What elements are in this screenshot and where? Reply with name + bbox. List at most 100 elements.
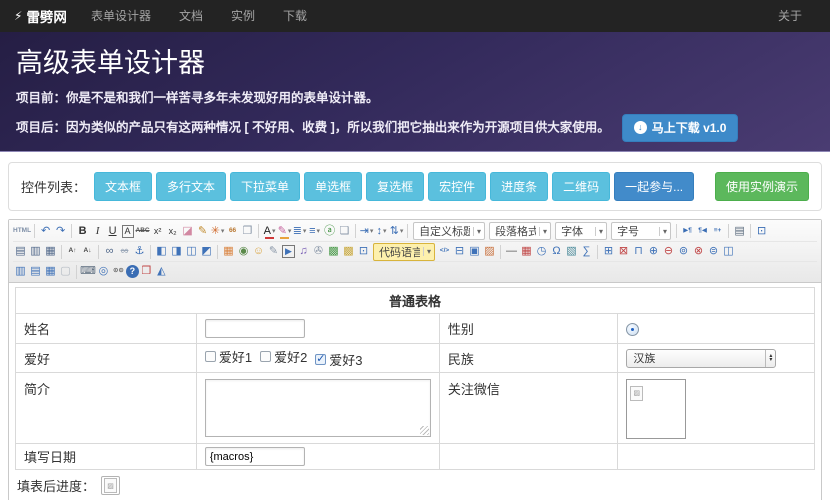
name-input[interactable] [204, 319, 305, 338]
split-cells-icon[interactable]: ◫ [721, 243, 736, 260]
split-cols-icon[interactable]: ▢ [58, 263, 73, 280]
paragraph-format-combo[interactable]: 段落格式 ▾ [489, 222, 552, 240]
delete-table-icon[interactable]: ⊠ [616, 243, 631, 260]
blockquote-icon[interactable]: 66 [225, 223, 240, 240]
merge-right-icon[interactable]: ▥ [13, 263, 28, 280]
template-icon[interactable]: ▣ [467, 243, 482, 260]
screenshot-icon[interactable]: ◉ [236, 243, 251, 260]
delete-col-icon[interactable]: ⊗ [691, 243, 706, 260]
join-us-button[interactable]: 一起参与... [614, 172, 695, 201]
print-icon[interactable]: ⌨ [80, 263, 96, 280]
horizontal-rule-icon[interactable]: — [504, 243, 519, 260]
superscript-icon[interactable]: x² [150, 223, 165, 240]
line-height-icon[interactable]: ↕ ▾ [374, 223, 389, 240]
italic-icon[interactable]: I [90, 223, 105, 240]
demo-button[interactable]: 使用实例演示 [714, 172, 809, 201]
image-left-icon[interactable]: ◧ [154, 243, 169, 260]
new-doc-icon[interactable]: ❏ [337, 223, 352, 240]
gender-radio[interactable] [626, 323, 640, 337]
hobby-option-0[interactable]: 爱好1 [204, 347, 252, 366]
resize-grip-icon[interactable] [419, 426, 429, 435]
control-button-5[interactable]: 宏控件 [428, 172, 487, 201]
preview-icon[interactable]: ◎ [96, 263, 111, 280]
anchor-icon[interactable]: ⚓ [132, 243, 147, 260]
intro-textarea[interactable] [204, 379, 431, 437]
control-button-6[interactable]: 进度条 [490, 172, 549, 201]
merge-cells-icon[interactable]: ⊜ [706, 243, 721, 260]
html-source-icon[interactable]: HTML [13, 223, 31, 240]
auto-color-icon[interactable]: ✳ ▾ [210, 223, 225, 240]
time-icon[interactable]: ◷ [534, 243, 549, 260]
control-button-4[interactable]: 复选框 [366, 172, 425, 201]
ltr-icon[interactable]: ▶¶ [680, 223, 695, 240]
formula-icon[interactable]: ∑ [579, 243, 594, 260]
align-right-icon[interactable]: ▦ [43, 243, 58, 260]
nav-item-2[interactable]: 实例 [217, 0, 269, 32]
auto-typeset-icon[interactable]: ≡+ [710, 223, 725, 240]
rtl-icon[interactable]: ¶◀ [695, 223, 710, 240]
gmap-icon[interactable]: ▩ [341, 243, 356, 260]
highlight-color-icon[interactable]: ✎ ▾ [277, 223, 292, 240]
lowercase-icon[interactable]: ⓐ [322, 223, 337, 240]
align-left-icon[interactable]: ▤ [13, 243, 28, 260]
iframe-icon[interactable]: ⊡ [356, 243, 371, 260]
hobby-option-2[interactable]: ✓ 爱好3 [315, 350, 363, 369]
unlink-icon[interactable]: ∞ [117, 243, 132, 260]
insert-row-icon[interactable]: ⊕ [646, 243, 661, 260]
fontsize-up-icon[interactable]: A↑ [65, 243, 80, 260]
subscript-icon[interactable]: x₂ [165, 223, 180, 240]
map-icon[interactable]: ▩ [326, 243, 341, 260]
format-painter-icon[interactable]: ✎ [195, 223, 210, 240]
code-language-combo[interactable]: 代码语言 ▾ [373, 242, 435, 261]
control-button-0[interactable]: 文本框 [94, 172, 153, 201]
align-center-icon[interactable]: ▥ [28, 243, 43, 260]
emotion-icon[interactable]: ☺ [251, 243, 266, 260]
nav-item-3[interactable]: 下载 [269, 0, 321, 32]
image-center-icon[interactable]: ◫ [184, 243, 199, 260]
insert-table-icon[interactable]: ⊞ [601, 243, 616, 260]
pagebreak-icon[interactable]: ⊟ [452, 243, 467, 260]
date-input[interactable] [204, 447, 305, 466]
control-button-2[interactable]: 下拉菜单 [230, 172, 301, 201]
delete-row-icon[interactable]: ⊖ [661, 243, 676, 260]
link-icon[interactable]: ∞ [102, 243, 117, 260]
drafts-icon[interactable]: ❒ [139, 263, 154, 280]
insert-col-icon[interactable]: ⊚ [676, 243, 691, 260]
control-button-1[interactable]: 多行文本 [156, 172, 227, 201]
report-icon[interactable]: ◭ [154, 263, 169, 280]
font-border-icon[interactable]: A [120, 223, 135, 240]
indent-icon[interactable]: ⇥ ▾ [359, 223, 374, 240]
redo-icon[interactable]: ↷ [53, 223, 68, 240]
nav-item-0[interactable]: 表单设计器 [77, 0, 165, 32]
date-icon[interactable]: ▦ [519, 243, 534, 260]
editor-canvas[interactable]: 普通表格 姓名 性别 爱好 爱好1 爱好2 ✓ 爱好3 民族 汉族 ▴ ▾ 简介… [9, 283, 821, 500]
font-size-combo[interactable]: 字号 ▾ [611, 222, 672, 240]
nav-item-about[interactable]: 关于 [764, 0, 816, 32]
hobby-option-1[interactable]: 爱好2 [260, 347, 307, 366]
split-rows-icon[interactable]: ▦ [43, 263, 58, 280]
custom-title-combo[interactable]: 自定义标题 ▾ [413, 222, 486, 240]
insert-image-icon[interactable]: ▦ [221, 243, 236, 260]
ordered-list-icon[interactable]: ≣ ▾ [292, 223, 307, 240]
bold-icon[interactable]: B [75, 223, 90, 240]
word-image-icon[interactable]: ▧ [564, 243, 579, 260]
insert-code-icon[interactable]: </> [437, 243, 452, 260]
control-button-3[interactable]: 单选框 [304, 172, 363, 201]
fullscreen-icon[interactable]: ⊡ [754, 223, 769, 240]
fontsize-down-icon[interactable]: A↓ [80, 243, 95, 260]
simple-mode-icon[interactable]: ▤ [732, 223, 747, 240]
checkbox-icon[interactable]: ✓ [315, 354, 327, 365]
download-button[interactable]: ↓ 马上下载 v1.0 [621, 113, 739, 142]
unordered-list-icon[interactable]: ≡ ▾ [307, 223, 322, 240]
search-replace-icon[interactable]: ⊙⊙ [111, 263, 126, 280]
video-icon[interactable]: ▶ [281, 243, 296, 260]
image-right-icon[interactable]: ◨ [169, 243, 184, 260]
music-icon[interactable]: ♫ [296, 243, 311, 260]
checkbox-icon[interactable] [260, 351, 272, 362]
nation-select[interactable]: 汉族 ▴ ▾ [626, 348, 777, 368]
paragraph-space-icon[interactable]: ⇅ ▾ [389, 223, 404, 240]
undo-icon[interactable]: ↶ [38, 223, 53, 240]
checkbox-icon[interactable] [204, 351, 216, 362]
strikethrough-icon[interactable]: ABC [135, 223, 150, 240]
font-color-icon[interactable]: A ▾ [262, 223, 277, 240]
